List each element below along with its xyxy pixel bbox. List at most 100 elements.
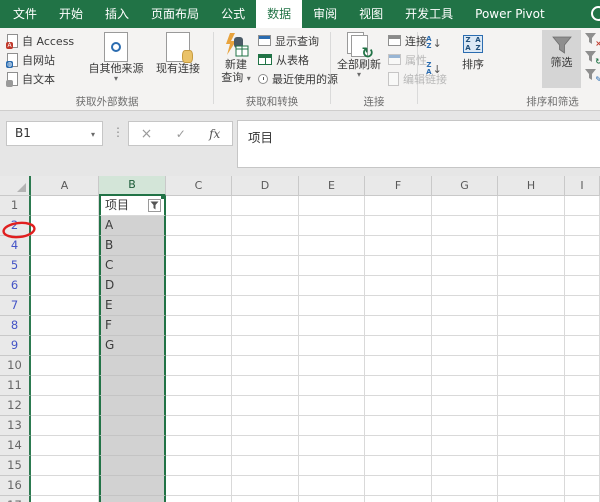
row-header-15[interactable]: 15 [0, 456, 31, 476]
existing-connections-button[interactable]: 现有连接 [148, 30, 208, 92]
cell-C16[interactable] [166, 476, 232, 496]
cell-A9[interactable] [31, 336, 99, 356]
row-header-13[interactable]: 13 [0, 416, 31, 436]
cell-A2[interactable] [31, 216, 99, 236]
cell-H10[interactable] [498, 356, 565, 376]
name-box-dropdown-icon[interactable]: ▾ [91, 131, 95, 139]
cell-E14[interactable] [299, 436, 365, 456]
row-header-11[interactable]: 11 [0, 376, 31, 396]
cell-D10[interactable] [232, 356, 299, 376]
cell-D7[interactable] [232, 296, 299, 316]
cell-E13[interactable] [299, 416, 365, 436]
cell-D17[interactable] [232, 496, 299, 502]
cell-D13[interactable] [232, 416, 299, 436]
ribbon-tab-插入[interactable]: 插入 [94, 0, 140, 28]
cell-B1[interactable]: 项目 [99, 196, 166, 216]
cell-D14[interactable] [232, 436, 299, 456]
cell-F13[interactable] [365, 416, 432, 436]
row-header-10[interactable]: 10 [0, 356, 31, 376]
row-header-17[interactable]: 17 [0, 496, 31, 502]
cell-C9[interactable] [166, 336, 232, 356]
cell-E11[interactable] [299, 376, 365, 396]
column-header-D[interactable]: D [232, 176, 299, 196]
cell-D9[interactable] [232, 336, 299, 356]
name-box[interactable]: B1 ▾ [6, 121, 103, 146]
cell-A13[interactable] [31, 416, 99, 436]
cell-G2[interactable] [432, 216, 498, 236]
cell-B6[interactable]: D [99, 276, 166, 296]
cell-A4[interactable] [31, 236, 99, 256]
sort-ascending-button[interactable]: AZ ↓ [423, 32, 445, 54]
cell-G14[interactable] [432, 436, 498, 456]
cell-C4[interactable] [166, 236, 232, 256]
clear-filter-button[interactable]: × [584, 31, 600, 48]
cell-I7[interactable] [565, 296, 600, 316]
cell-G12[interactable] [432, 396, 498, 416]
cell-E9[interactable] [299, 336, 365, 356]
cell-A1[interactable] [31, 196, 99, 216]
formula-input[interactable]: 项目 [237, 120, 600, 168]
row-header-9[interactable]: 9 [0, 336, 31, 356]
cell-C7[interactable] [166, 296, 232, 316]
cell-E10[interactable] [299, 356, 365, 376]
row-header-7[interactable]: 7 [0, 296, 31, 316]
cell-C12[interactable] [166, 396, 232, 416]
sort-button[interactable]: Z AA Z 排序 [450, 30, 496, 92]
ribbon-tab-数据[interactable]: 数据 [256, 0, 303, 28]
cell-A5[interactable] [31, 256, 99, 276]
other-sources-button[interactable]: 自其他来源 ▾ [86, 30, 146, 92]
ribbon-tab-公式[interactable]: 公式 [210, 0, 256, 28]
cell-B5[interactable]: C [99, 256, 166, 276]
sort-descending-button[interactable]: ZA ↓ [423, 58, 445, 80]
reapply-filter-button[interactable]: ↻ [584, 49, 600, 66]
cell-E16[interactable] [299, 476, 365, 496]
ribbon-tab-Power Pivot[interactable]: Power Pivot [464, 0, 556, 28]
row-header-2[interactable]: 2 [0, 216, 31, 236]
row-header-16[interactable]: 16 [0, 476, 31, 496]
cell-G8[interactable] [432, 316, 498, 336]
cell-F6[interactable] [365, 276, 432, 296]
cell-I9[interactable] [565, 336, 600, 356]
row-header-4[interactable]: 4 [0, 236, 31, 256]
cell-E15[interactable] [299, 456, 365, 476]
cell-F17[interactable] [365, 496, 432, 502]
insert-function-icon[interactable]: fx [209, 127, 220, 141]
cell-A16[interactable] [31, 476, 99, 496]
cell-E1[interactable] [299, 196, 365, 216]
cell-H15[interactable] [498, 456, 565, 476]
cell-B17[interactable] [99, 496, 166, 502]
cell-E8[interactable] [299, 316, 365, 336]
cell-D15[interactable] [232, 456, 299, 476]
row-header-6[interactable]: 6 [0, 276, 31, 296]
column-header-F[interactable]: F [365, 176, 432, 196]
cell-C2[interactable] [166, 216, 232, 236]
cell-D4[interactable] [232, 236, 299, 256]
cell-I2[interactable] [565, 216, 600, 236]
from-web-button[interactable]: ◍ 自网站 [6, 51, 55, 68]
cell-I17[interactable] [565, 496, 600, 502]
cell-F12[interactable] [365, 396, 432, 416]
cell-F16[interactable] [365, 476, 432, 496]
cell-E5[interactable] [299, 256, 365, 276]
cell-F5[interactable] [365, 256, 432, 276]
cell-G17[interactable] [432, 496, 498, 502]
cell-G1[interactable] [432, 196, 498, 216]
cell-H4[interactable] [498, 236, 565, 256]
column-header-A[interactable]: A [31, 176, 99, 196]
column-header-G[interactable]: G [432, 176, 498, 196]
cell-B9[interactable]: G [99, 336, 166, 356]
cell-B11[interactable] [99, 376, 166, 396]
column-header-E[interactable]: E [299, 176, 365, 196]
cell-G13[interactable] [432, 416, 498, 436]
cell-A7[interactable] [31, 296, 99, 316]
cell-I10[interactable] [565, 356, 600, 376]
cell-G15[interactable] [432, 456, 498, 476]
row-header-5[interactable]: 5 [0, 256, 31, 276]
cell-B12[interactable] [99, 396, 166, 416]
refresh-all-button[interactable]: ↻ 全部刷新 ▾ [336, 30, 382, 92]
cell-I11[interactable] [565, 376, 600, 396]
advanced-filter-button[interactable]: ✎ [584, 67, 600, 84]
cell-I14[interactable] [565, 436, 600, 456]
cell-I6[interactable] [565, 276, 600, 296]
cell-A10[interactable] [31, 356, 99, 376]
